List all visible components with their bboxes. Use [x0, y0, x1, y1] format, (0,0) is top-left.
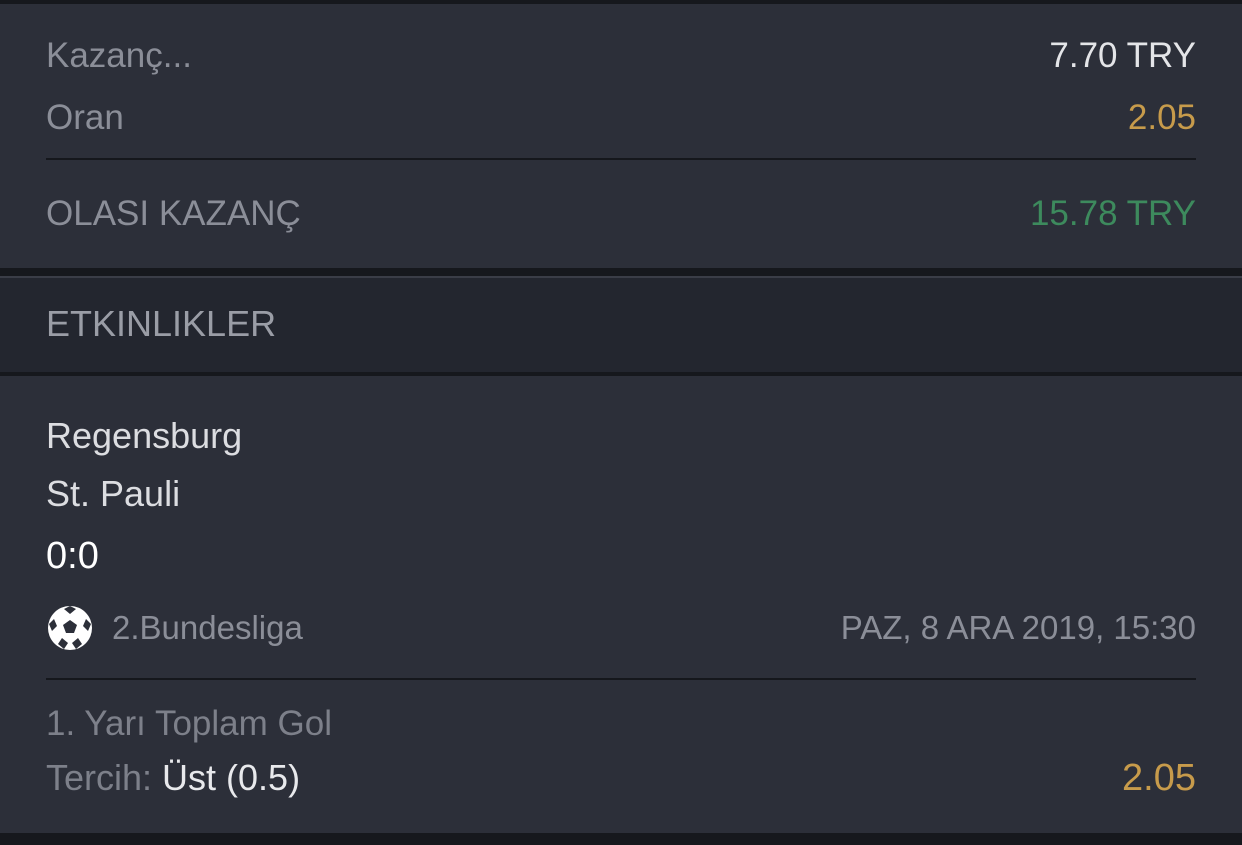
stake-label: Kazanç...: [46, 36, 192, 75]
match-datetime: PAZ, 8 ARA 2019, 15:30: [840, 609, 1196, 646]
potential-win-row: OLASI KAZANÇ 15.78 TRY: [46, 194, 1196, 234]
event-card[interactable]: Regensburg St. Pauli 0:0 2.Bundesliga PA…: [0, 376, 1242, 833]
summary-divider: [46, 158, 1196, 160]
soccer-ball-icon: [46, 604, 94, 652]
pick-label: Tercih:: [46, 757, 153, 798]
events-section-title: ETKINLIKLER: [46, 303, 277, 344]
odds-value: 2.05: [1127, 98, 1196, 137]
event-divider: [46, 678, 1196, 680]
events-section-header: ETKINLIKLER: [0, 276, 1242, 372]
potential-win-value: 15.78 TRY: [1029, 194, 1196, 233]
odds-row: Oran 2.05: [46, 98, 1196, 138]
league-name: 2.Bundesliga: [112, 609, 303, 646]
bet-summary-panel: Kazanç... 7.70 TRY Oran 2.05 OLASI KAZAN…: [0, 4, 1242, 268]
market-name: 1. Yarı Toplam Gol: [46, 704, 332, 743]
stake-value: 7.70 TRY: [1049, 36, 1196, 75]
pick-odds: 2.05: [1122, 757, 1196, 799]
stake-row: Kazanç... 7.70 TRY: [46, 36, 1196, 76]
away-team: St. Pauli: [46, 473, 181, 514]
pick-value: Üst (0.5): [162, 757, 301, 798]
league-row: 2.Bundesliga PAZ, 8 ARA 2019, 15:30: [46, 604, 1196, 652]
match-score: 0:0: [46, 535, 99, 577]
pick-row: Tercih: Üst (0.5) 2.05: [46, 757, 1196, 799]
potential-win-label: OLASI KAZANÇ: [46, 194, 301, 233]
home-team: Regensburg: [46, 415, 243, 456]
odds-label: Oran: [46, 98, 124, 137]
